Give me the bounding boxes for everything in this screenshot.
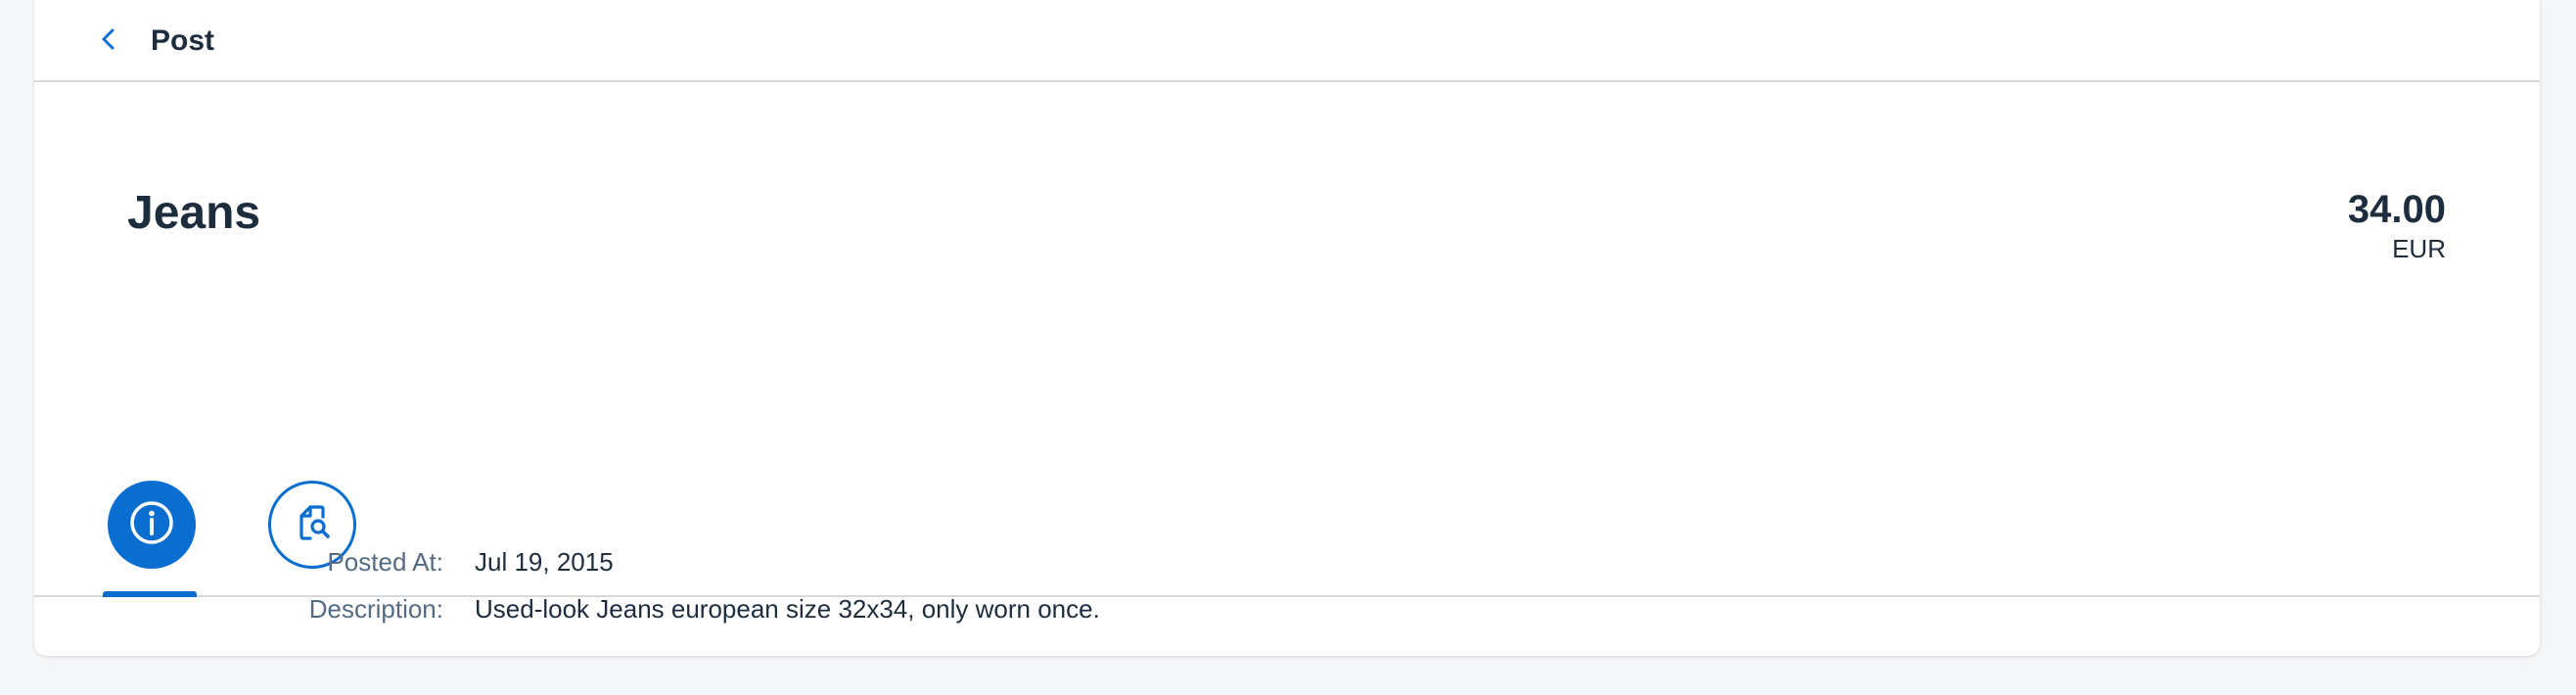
- price-currency: EUR: [2392, 234, 2446, 263]
- object-price: 34.00 EUR: [2348, 187, 2446, 263]
- posted-at-label: Posted At:: [327, 547, 443, 577]
- description-label: Description:: [308, 594, 443, 624]
- back-button[interactable]: [85, 18, 132, 65]
- object-title: Jeans: [127, 187, 261, 239]
- page-title: Post: [151, 24, 215, 57]
- object-page: Post Jeans 34.00 EUR Posted At: Jul 19, …: [34, 0, 2540, 656]
- posted-at-value: Jul 19, 2015: [475, 547, 614, 577]
- form-row-description: Description: Used-look Jeans european si…: [34, 589, 2540, 628]
- description-value: Used-look Jeans european size 32x34, onl…: [475, 594, 1100, 624]
- form-row-posted-at: Posted At: Jul 19, 2015: [34, 542, 2540, 581]
- nav-header: Post: [34, 0, 2540, 82]
- price-value: 34.00: [2347, 188, 2446, 231]
- object-header: Jeans 34.00 EUR: [34, 82, 2540, 597]
- chevron-left-icon: [98, 26, 119, 57]
